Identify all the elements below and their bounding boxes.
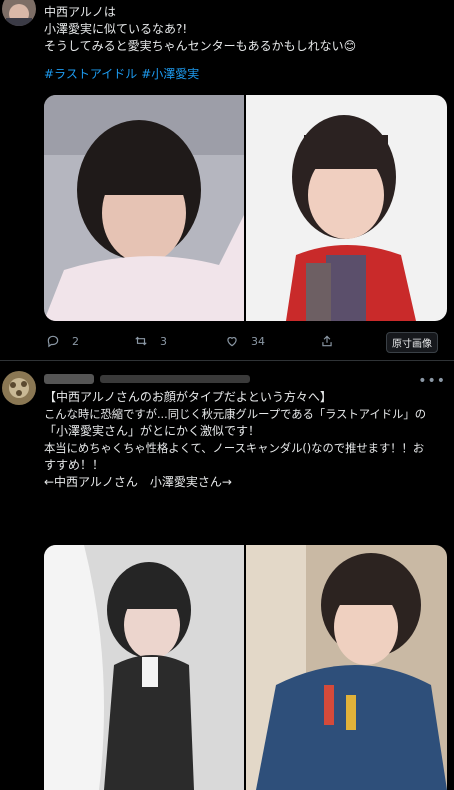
- share-button[interactable]: [320, 334, 334, 348]
- reply-button[interactable]: 2: [46, 334, 79, 348]
- tweet-line: そうしてみると愛実ちゃんセンターもあるかもしれない😊: [44, 39, 357, 53]
- tweet-line: 中西アルノは: [44, 5, 116, 19]
- original-image-button[interactable]: 原寸画像: [386, 332, 438, 353]
- tweet-line: 【中西アルノさんのお顔がタイプだよという方々へ】: [44, 390, 332, 404]
- retweet-count: 3: [160, 334, 167, 348]
- tweet-1[interactable]: 中西アルノは 小澤愛実に似ているなあ?! そうしてみると愛実ちゃんセンターもある…: [0, 0, 454, 360]
- retweet-icon: [135, 336, 147, 346]
- tweet-text: 中西アルノは 小澤愛実に似ているなあ?! そうしてみると愛実ちゃんセンターもある…: [44, 4, 444, 55]
- tweet-line: 「小澤愛実さん」がとにかく激似です！: [44, 424, 261, 438]
- share-icon: [322, 335, 332, 347]
- hashtags: #ラストアイドル #小澤愛実: [44, 66, 444, 83]
- retweet-button[interactable]: 3: [134, 334, 167, 348]
- tweet-line: 本当にめちゃくちゃ性格よくて、ノースキャンダル()なので推せます！！お: [44, 442, 425, 455]
- reply-count: 2: [72, 334, 79, 348]
- tweet-line: すすめ！！: [44, 458, 105, 472]
- more-options-button[interactable]: •••: [418, 373, 446, 389]
- photo-right[interactable]: [246, 545, 447, 790]
- tweet-line: 小澤愛実に似ているなあ?!: [44, 22, 188, 36]
- hashtag-link[interactable]: #小澤愛実: [141, 67, 199, 81]
- media-grid: [44, 545, 447, 790]
- like-button[interactable]: 34: [225, 334, 265, 348]
- blurred-username: [44, 371, 254, 387]
- tweet-line: ←中西アルノさん 小澤愛実さん→: [44, 475, 232, 489]
- photo-left[interactable]: [44, 545, 244, 790]
- photo-right[interactable]: [246, 95, 447, 321]
- avatar[interactable]: [2, 0, 36, 26]
- photo-left[interactable]: [44, 95, 244, 321]
- like-count: 34: [251, 334, 265, 348]
- avatar[interactable]: [2, 371, 36, 405]
- reply-icon: [47, 335, 59, 348]
- tweet-line: こんな時に恐縮ですが...同じく秋元康グループである「ラストアイドル」の: [44, 408, 426, 421]
- like-icon: [227, 337, 237, 347]
- tweet-2[interactable]: ••• 【中西アルノさんのお顔がタイプだよという方々へ】 こんな時に恐縮ですが.…: [0, 360, 454, 790]
- hashtag-link[interactable]: #ラストアイドル: [44, 67, 137, 81]
- media-grid: [44, 95, 447, 321]
- tweet-text: 【中西アルノさんのお顔がタイプだよという方々へ】 こんな時に恐縮ですが...同じ…: [44, 389, 444, 491]
- tweet-actions: 2 3 34 原寸画像: [44, 332, 444, 354]
